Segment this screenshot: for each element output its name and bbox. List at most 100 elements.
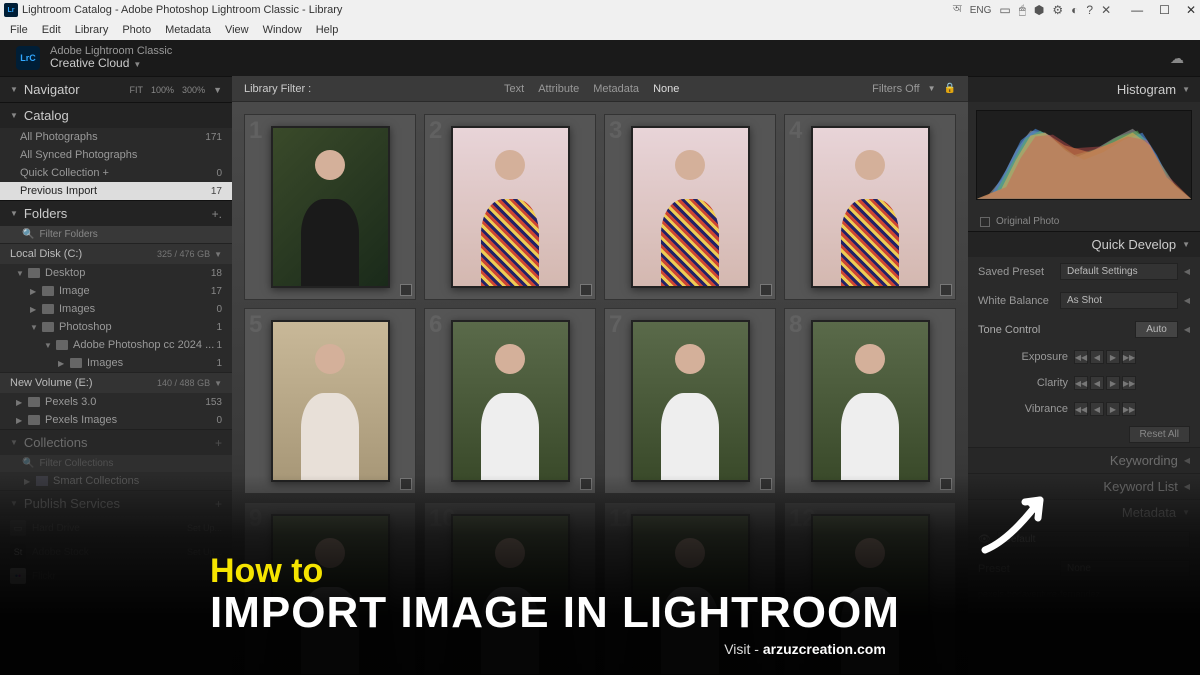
auto-tone-button[interactable]: Auto xyxy=(1135,321,1178,338)
menu-library[interactable]: Library xyxy=(69,22,115,38)
chevron-down-icon[interactable]: ▼ xyxy=(133,60,141,69)
brand-big[interactable]: Creative Cloud xyxy=(50,56,129,70)
chevron-down-icon[interactable]: ▼ xyxy=(213,85,222,95)
step-button[interactable]: ◀◀ xyxy=(1074,376,1088,390)
cloud-icon[interactable]: ☁ xyxy=(1170,50,1184,67)
tray-icon[interactable]: ⬢ xyxy=(1034,3,1044,17)
menu-photo[interactable]: Photo xyxy=(116,22,157,38)
settings-icon[interactable]: ⚙ xyxy=(1052,3,1063,17)
folder-row[interactable]: ▼Adobe Photoshop cc 2024 ...1 xyxy=(0,336,232,354)
menu-view[interactable]: View xyxy=(219,22,255,38)
step-button[interactable]: ▶▶ xyxy=(1122,376,1136,390)
keywordlist-header[interactable]: Keyword List◀ xyxy=(968,473,1200,499)
step-button[interactable]: ▶▶ xyxy=(1122,402,1136,416)
grid-cell[interactable]: 3 xyxy=(604,114,776,300)
nav-300[interactable]: 300% xyxy=(182,85,205,95)
grid-cell[interactable]: 11 xyxy=(604,502,776,675)
publish-header[interactable]: ▼ Publish Services + xyxy=(0,490,232,516)
preset-dropdown[interactable]: Default Settings xyxy=(1060,263,1178,280)
add-publish-icon[interactable]: + xyxy=(215,497,222,511)
step-button[interactable]: ◀◀ xyxy=(1074,350,1088,364)
thumbnail[interactable] xyxy=(811,126,930,288)
grid-cell[interactable]: 5 xyxy=(244,308,416,494)
folder-row[interactable]: ▼Desktop18 xyxy=(0,264,232,282)
folder-row[interactable]: ▶Images1 xyxy=(0,354,232,372)
step-button[interactable]: ▶▶ xyxy=(1122,350,1136,364)
folder-row[interactable]: ▶Pexels 3.0153 xyxy=(0,393,232,411)
close-button[interactable]: ✕ xyxy=(1186,3,1196,17)
grid-cell[interactable]: 10 xyxy=(424,502,596,675)
help-icon[interactable]: ? xyxy=(1086,3,1093,17)
publish-service[interactable]: ▭Hard DriveSet Up... xyxy=(0,516,232,540)
thumbnail[interactable] xyxy=(271,514,390,675)
menu-file[interactable]: File xyxy=(4,22,34,38)
disk-row[interactable]: Local Disk (C:)325 / 476 GB▼ xyxy=(0,243,232,264)
keywording-header[interactable]: Keywording◀ xyxy=(968,447,1200,473)
folder-row[interactable]: ▶Pexels Images0 xyxy=(0,411,232,429)
chevron-icon[interactable]: ◀ xyxy=(1184,325,1190,334)
thumbnail[interactable] xyxy=(811,320,930,482)
nav-100[interactable]: 100% xyxy=(151,85,174,95)
thumbnail[interactable] xyxy=(451,514,570,675)
filter-none[interactable]: None xyxy=(653,83,679,95)
chevron-down-icon[interactable]: ▼ xyxy=(928,84,936,93)
grid-cell[interactable]: 8 xyxy=(784,308,956,494)
wb-dropdown[interactable]: As Shot xyxy=(1060,292,1178,309)
folders-header[interactable]: ▼ Folders +. xyxy=(0,200,232,226)
filter-text[interactable]: Text xyxy=(504,83,524,95)
filter-attribute[interactable]: Attribute xyxy=(538,83,579,95)
thumbnail[interactable] xyxy=(271,320,390,482)
navigator-header[interactable]: ▼ Navigator FIT 100% 300% ▼ xyxy=(0,76,232,102)
tray-icon[interactable]: ▭ xyxy=(999,3,1010,17)
histogram-header[interactable]: Histogram ▼ xyxy=(968,76,1200,102)
step-button[interactable]: ◀◀ xyxy=(1074,402,1088,416)
folder-row[interactable]: ▶Images0 xyxy=(0,300,232,318)
catalog-item[interactable]: All Photographs171 xyxy=(0,128,232,146)
publish-service[interactable]: ••Flickr xyxy=(0,564,232,588)
lang-indicator-2[interactable]: ENG xyxy=(970,5,992,16)
folder-row[interactable]: ▼Photoshop1 xyxy=(0,318,232,336)
menu-help[interactable]: Help xyxy=(310,22,345,38)
step-button[interactable]: ▶ xyxy=(1106,376,1120,390)
menu-metadata[interactable]: Metadata xyxy=(159,22,217,38)
add-folder-icon[interactable]: +. xyxy=(212,207,222,221)
thumbnail[interactable] xyxy=(631,126,750,288)
original-photo-toggle[interactable]: Original Photo xyxy=(968,212,1200,231)
thumbnail[interactable] xyxy=(451,126,570,288)
reset-all-button[interactable]: Reset All xyxy=(1129,426,1190,443)
catalog-item[interactable]: All Synced Photographs xyxy=(0,146,232,164)
step-button[interactable]: ◀ xyxy=(1090,376,1104,390)
chevron-icon[interactable]: ◀ xyxy=(1184,267,1190,276)
grid-cell[interactable]: 6 xyxy=(424,308,596,494)
grid-cell[interactable]: 12 xyxy=(784,502,956,675)
lock-icon[interactable]: 🔒 xyxy=(944,83,956,94)
step-button[interactable]: ◀ xyxy=(1090,402,1104,416)
quickdevelop-header[interactable]: Quick Develop ▼ xyxy=(968,231,1200,257)
publish-service[interactable]: StAdobe StockSet Up... xyxy=(0,540,232,564)
close-tray-icon[interactable]: ✕ xyxy=(1101,3,1111,17)
grid-cell[interactable]: 4 xyxy=(784,114,956,300)
tray-icon[interactable]: 🖱 xyxy=(1019,3,1026,18)
collections-header[interactable]: ▼ Collections + xyxy=(0,429,232,455)
catalog-item[interactable]: Quick Collection +0 xyxy=(0,164,232,182)
folder-row[interactable]: ▶Image17 xyxy=(0,282,232,300)
filter-metadata[interactable]: Metadata xyxy=(593,83,639,95)
minimize-button[interactable]: — xyxy=(1131,3,1143,17)
folder-filter[interactable]: 🔍Filter Folders xyxy=(0,226,232,243)
catalog-header[interactable]: ▼ Catalog xyxy=(0,102,232,128)
grid-cell[interactable]: 1 xyxy=(244,114,416,300)
thumbnail[interactable] xyxy=(451,320,570,482)
menu-edit[interactable]: Edit xyxy=(36,22,67,38)
menu-window[interactable]: Window xyxy=(257,22,308,38)
chevron-icon[interactable]: ◀ xyxy=(1184,296,1190,305)
smart-collections[interactable]: ▶Smart Collections xyxy=(0,472,232,490)
thumbnail[interactable] xyxy=(631,514,750,675)
thumbnail[interactable] xyxy=(631,320,750,482)
checkbox-icon[interactable] xyxy=(980,217,990,227)
lang-indicator-1[interactable]: অ xyxy=(953,2,962,19)
nav-fit[interactable]: FIT xyxy=(130,85,144,95)
maximize-button[interactable]: ☐ xyxy=(1159,3,1170,17)
catalog-item-selected[interactable]: Previous Import17 xyxy=(0,182,232,200)
step-button[interactable]: ◀ xyxy=(1090,350,1104,364)
metadata-header[interactable]: Metadata▼ xyxy=(968,499,1200,525)
